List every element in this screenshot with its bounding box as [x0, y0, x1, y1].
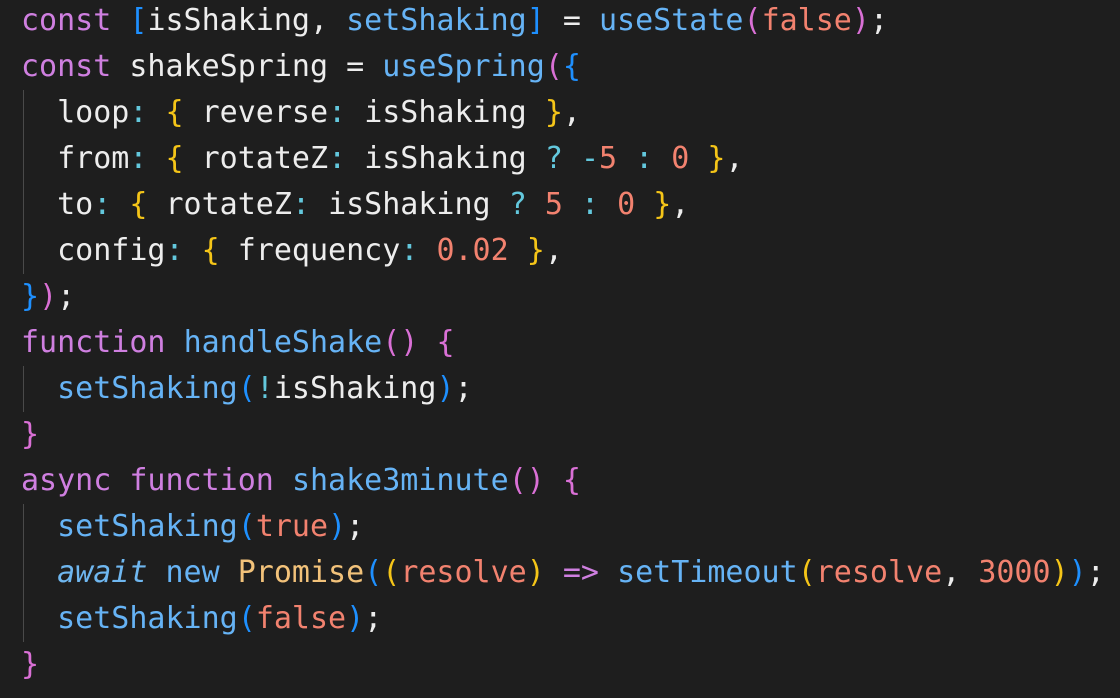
- identifier: isShaking: [364, 95, 527, 130]
- property-key: to: [57, 187, 94, 222]
- property-key: reverse: [201, 95, 329, 130]
- code-line-14: setShaking(false);: [57, 601, 383, 636]
- property-key: rotateZ: [201, 141, 329, 176]
- identifier: isShaking: [328, 187, 491, 222]
- function-call: useState: [599, 3, 744, 38]
- function-call: setShaking: [57, 371, 238, 406]
- property-key: config: [57, 233, 166, 268]
- code-line-6: config: { frequency: 0.02 },: [57, 233, 563, 268]
- code-line-10: }: [21, 417, 40, 452]
- number-literal: 0: [671, 141, 690, 176]
- number-literal: 0.02: [436, 233, 509, 268]
- identifier: isShaking: [364, 141, 527, 176]
- code-line-5: to: { rotateZ: isShaking ? 5 : 0 },: [57, 187, 690, 222]
- number-literal: 0: [617, 187, 636, 222]
- boolean-literal: false: [761, 3, 852, 38]
- boolean-literal: false: [255, 601, 347, 636]
- code-line-15: }: [21, 647, 40, 682]
- function-call: setShaking: [57, 509, 238, 544]
- identifier: isShaking: [273, 371, 437, 406]
- code-line-13: await new Promise((resolve) => setTimeou…: [57, 555, 1105, 590]
- keyword-const: const: [21, 3, 112, 38]
- keyword-new: new: [165, 555, 220, 590]
- keyword-async: async: [21, 463, 112, 498]
- keyword-function: function: [129, 463, 274, 498]
- code-line-8: function handleShake() {: [21, 325, 455, 360]
- code-line-7: });: [21, 279, 76, 314]
- keyword-await: await: [57, 555, 148, 590]
- class-name: Promise: [237, 555, 365, 590]
- identifier: setShaking: [346, 3, 527, 38]
- number-literal: 5: [599, 141, 618, 176]
- property-key: rotateZ: [165, 187, 292, 222]
- code-line-11: async function shake3minute() {: [21, 463, 581, 498]
- function-call: useSpring: [382, 49, 545, 84]
- function-call: setShaking: [57, 601, 238, 636]
- code-line-1: const [isShaking, setShaking] = useState…: [21, 3, 888, 38]
- code-editor[interactable]: const [isShaking, setShaking] = useState…: [0, 0, 1120, 698]
- code-line-2: const shakeSpring = useSpring({: [21, 49, 581, 84]
- identifier: isShaking: [147, 3, 310, 38]
- function-name: handleShake: [183, 325, 383, 360]
- property-key: frequency: [237, 233, 401, 268]
- property-key: from: [57, 141, 130, 176]
- property-key: loop: [57, 95, 130, 130]
- parameter: resolve: [400, 555, 527, 590]
- number-literal: 5: [544, 187, 563, 222]
- boolean-literal: true: [255, 509, 329, 544]
- number-literal: 3000: [978, 555, 1051, 590]
- keyword-const: const: [21, 49, 112, 84]
- keyword-function: function: [21, 325, 166, 360]
- code-line-4: from: { rotateZ: isShaking ? -5 : 0 },: [57, 141, 744, 176]
- function-name: shake3minute: [291, 463, 509, 498]
- function-call: setTimeout: [617, 555, 798, 590]
- code-line-9: setShaking(!isShaking);: [57, 371, 473, 406]
- code-line-3: loop: { reverse: isShaking },: [57, 95, 581, 130]
- code-line-12: setShaking(true);: [57, 509, 365, 544]
- parameter: resolve: [815, 555, 943, 590]
- identifier: shakeSpring: [129, 49, 329, 84]
